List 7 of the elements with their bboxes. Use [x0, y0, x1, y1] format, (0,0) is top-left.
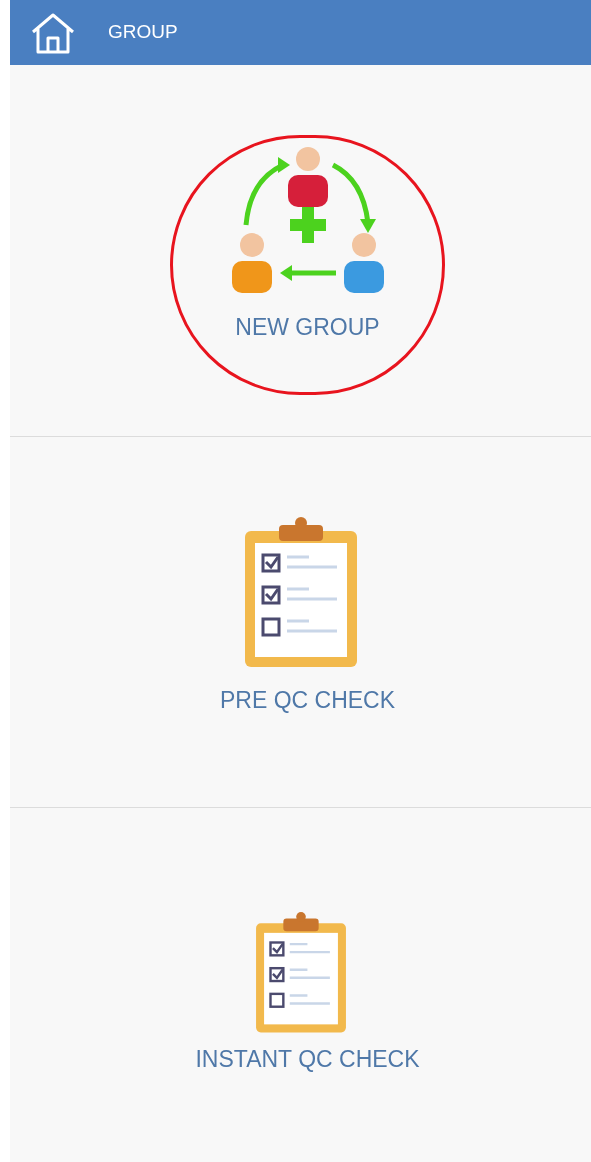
clipboard-checklist-icon [242, 517, 359, 669]
menu-tile[interactable]: PRE QC CHECK [205, 437, 396, 713]
screen-title: GROUP [108, 20, 178, 45]
menu-tile[interactable]: INSTANT QC CHECK [181, 808, 420, 1072]
home-icon[interactable] [30, 11, 76, 54]
clipboard-checklist-icon [253, 912, 348, 1034]
menu-tile[interactable]: NEW GROUP [213, 65, 388, 340]
